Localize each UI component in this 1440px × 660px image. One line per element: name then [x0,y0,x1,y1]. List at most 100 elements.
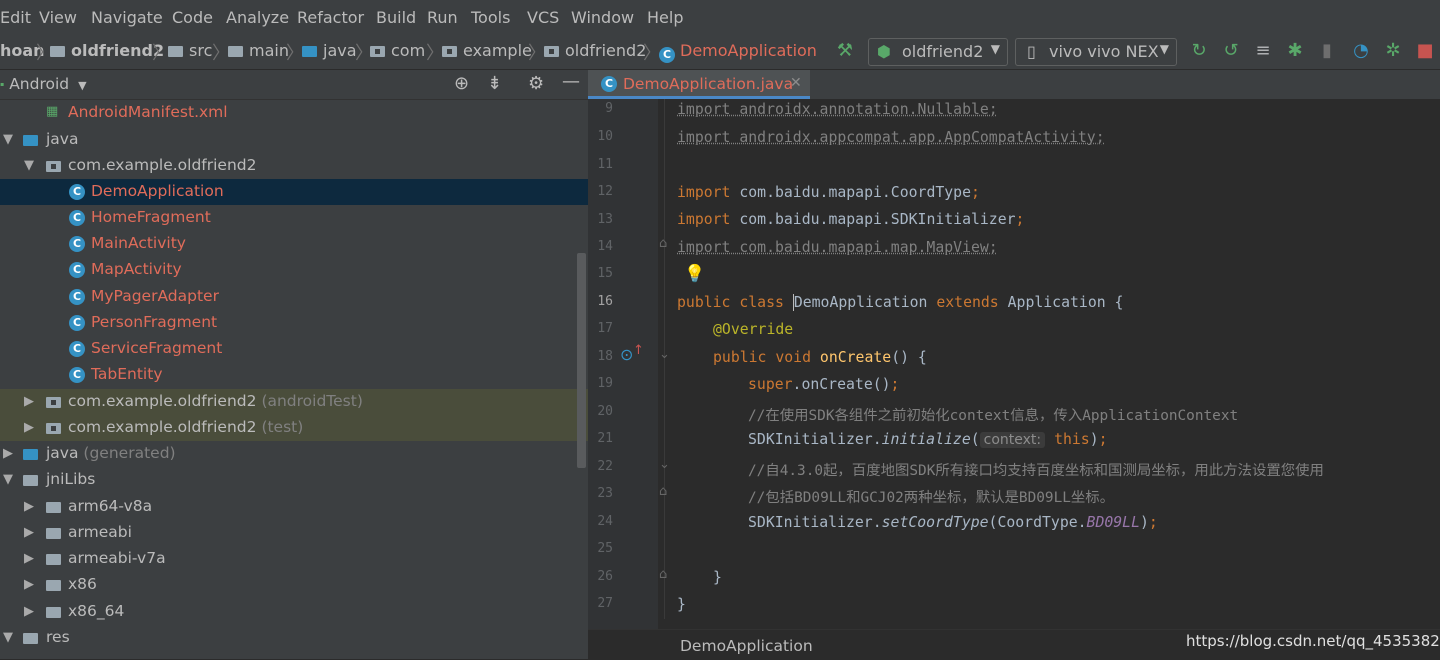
project-scrollbar[interactable] [577,253,586,468]
breadcrumb-main[interactable]: main [228,41,289,60]
menu-code[interactable]: Code [172,8,213,27]
tree-item-package-test[interactable]: ▶ com.example.oldfriend2 (test) [0,415,588,441]
tree-item-tabentity[interactable]: C TabEntity [0,362,576,388]
fold-icon[interactable]: ⌂ [659,236,667,251]
close-icon[interactable]: ✕ [790,75,802,91]
parameter-hint: context: [979,432,1046,448]
hide-panel-icon[interactable]: — [562,71,580,92]
stop-icon[interactable]: ■ [1414,40,1436,62]
tree-item-label: TabEntity [91,365,163,383]
collapsed-arrow-icon[interactable]: ▶ [24,604,34,619]
tree-item-label: x86_64 [68,602,125,620]
package-icon [46,161,61,172]
editor-breadcrumb-class[interactable]: DemoApplication [680,637,813,655]
code-line-18: public void onCreate() { [713,349,927,366]
menu-refactor[interactable]: Refactor [297,8,364,27]
menu-vcs[interactable]: VCS [527,8,559,27]
expanded-arrow-icon[interactable]: ▼ [3,472,13,487]
debug-icon[interactable]: ✱ [1284,40,1306,62]
logcat-icon[interactable]: ≡ [1252,40,1274,62]
tree-item-java[interactable]: ▼ java [0,127,576,153]
breadcrumb-java[interactable]: java [302,41,357,60]
expanded-arrow-icon[interactable]: ▼ [3,132,13,147]
menu-analyze[interactable]: Analyze [226,8,289,27]
menu-edit[interactable]: Edit [0,8,31,27]
breadcrumb-example[interactable]: example [442,41,532,60]
tree-item-armeabi-v7a[interactable]: ▶ armeabi-v7a [0,546,576,572]
breadcrumb-com[interactable]: com [370,41,425,60]
code-line-17: @Override [713,321,794,338]
tree-item-mapactivity[interactable]: C MapActivity [0,257,576,283]
collapsed-arrow-icon[interactable]: ▶ [24,499,34,514]
tree-item-label: com.example.oldfriend2 [68,156,257,174]
code-line-23: //包括BD09LL和GCJ02两种坐标，默认是BD09LL坐标。 [748,490,1115,506]
collapsed-arrow-icon[interactable]: ▶ [24,525,34,540]
tree-item-x86[interactable]: ▶ x86 [0,572,576,598]
tree-item-package[interactable]: ▼ com.example.oldfriend2 [0,153,576,179]
tree-item-java-generated[interactable]: ▶ java (generated) [0,441,576,467]
menu-help[interactable]: Help [647,8,683,27]
apply-changes-icon[interactable]: ↻ [1188,40,1210,62]
device-selector[interactable]: ▯ vivo vivo NEX ▼ [1015,38,1177,66]
tree-item-x86-64[interactable]: ▶ x86_64 [0,599,576,625]
expanded-arrow-icon[interactable]: ▼ [3,630,13,645]
override-method-icon[interactable]: ⊙ [620,345,633,364]
breadcrumb-module[interactable]: oldfriend2 [50,41,164,60]
tree-item-arm64[interactable]: ▶ arm64-v8a [0,494,576,520]
project-view-selector[interactable]: ⬝ Android ▼ [0,75,87,94]
tree-item-armeabi[interactable]: ▶ armeabi [0,520,576,546]
tree-item-res[interactable]: ▼ res [0,625,576,651]
manifest-icon: ▦ [46,104,59,119]
apply-code-changes-icon[interactable]: ↺ [1220,40,1242,62]
code-line-13: import com.baidu.mapapi.SDKInitializer; [677,211,1025,228]
tree-item-mainactivity[interactable]: C MainActivity [0,231,576,257]
breadcrumb-src[interactable]: src [168,41,212,60]
fold-icon[interactable]: ⌂ [659,484,667,499]
module-selector[interactable]: ⬢ oldfriend2 ▼ [868,38,1008,66]
fold-icon[interactable]: ⌄ [659,457,670,472]
menu-navigate[interactable]: Navigate [91,8,163,27]
debug-attach-icon[interactable]: ✲ [1382,40,1404,62]
expanded-arrow-icon[interactable]: ▼ [24,158,34,173]
profile-icon[interactable]: ◔ [1350,40,1372,62]
line-number: 12 [597,184,613,199]
menu-tools[interactable]: Tools [471,8,510,27]
tree-item-jnilibs[interactable]: ▼ jniLibs [0,467,576,493]
collapsed-arrow-icon[interactable]: ▶ [24,551,34,566]
line-number: 27 [597,596,613,611]
breadcrumb-oldfriend2[interactable]: oldfriend2 [544,41,646,60]
lightbulb-icon[interactable]: 💡 [684,264,705,284]
tree-item-package-androidtest[interactable]: ▶ com.example.oldfriend2 (androidTest) [0,389,588,415]
folder-icon [46,528,61,539]
menu-view[interactable]: View [39,8,77,27]
fold-icon[interactable]: ⌂ [659,567,667,582]
collapse-all-icon[interactable]: ⇟ [487,73,502,94]
tree-item-demoapplication[interactable]: C DemoApplication [0,179,588,205]
collapsed-arrow-icon[interactable]: ▶ [3,446,13,461]
collapsed-arrow-icon[interactable]: ▶ [24,577,34,592]
tree-item-androidmanifest[interactable]: ▦ AndroidManifest.xml [0,100,576,126]
watermark-url: https://blog.csdn.net/qq_45353823 [1186,632,1440,650]
breadcrumb-demoapplication[interactable]: C DemoApplication [659,41,817,63]
menu-run[interactable]: Run [427,8,458,27]
generated-folder-icon [23,449,38,460]
tree-item-suffix: (generated) [83,444,176,462]
tree-item-mypageradapter[interactable]: C MyPagerAdapter [0,284,576,310]
editor-breadcrumb-bar: DemoApplication https://blog.csdn.net/qq… [588,629,1440,660]
class-icon: C [69,315,85,331]
code-line-27: } [677,596,686,613]
hammer-icon[interactable]: ⚒ [834,40,856,62]
folder-icon [46,580,61,591]
tree-item-servicefragment[interactable]: C ServiceFragment [0,336,576,362]
tree-item-personfragment[interactable]: C PersonFragment [0,310,576,336]
fold-icon[interactable]: ⌄ [659,347,670,362]
collapsed-arrow-icon[interactable]: ▶ [24,420,34,435]
locate-icon[interactable]: ⊕ [454,73,469,94]
tree-item-homefragment[interactable]: C HomeFragment [0,205,576,231]
gear-icon[interactable]: ⚙ [528,73,544,94]
collapsed-arrow-icon[interactable]: ▶ [24,394,34,409]
menu-build[interactable]: Build [376,8,416,27]
attach-debugger-icon[interactable]: ▮ [1316,40,1338,62]
tab-demoapplication[interactable]: C DemoApplication.java ✕ [588,70,810,99]
menu-window[interactable]: Window [571,8,634,27]
